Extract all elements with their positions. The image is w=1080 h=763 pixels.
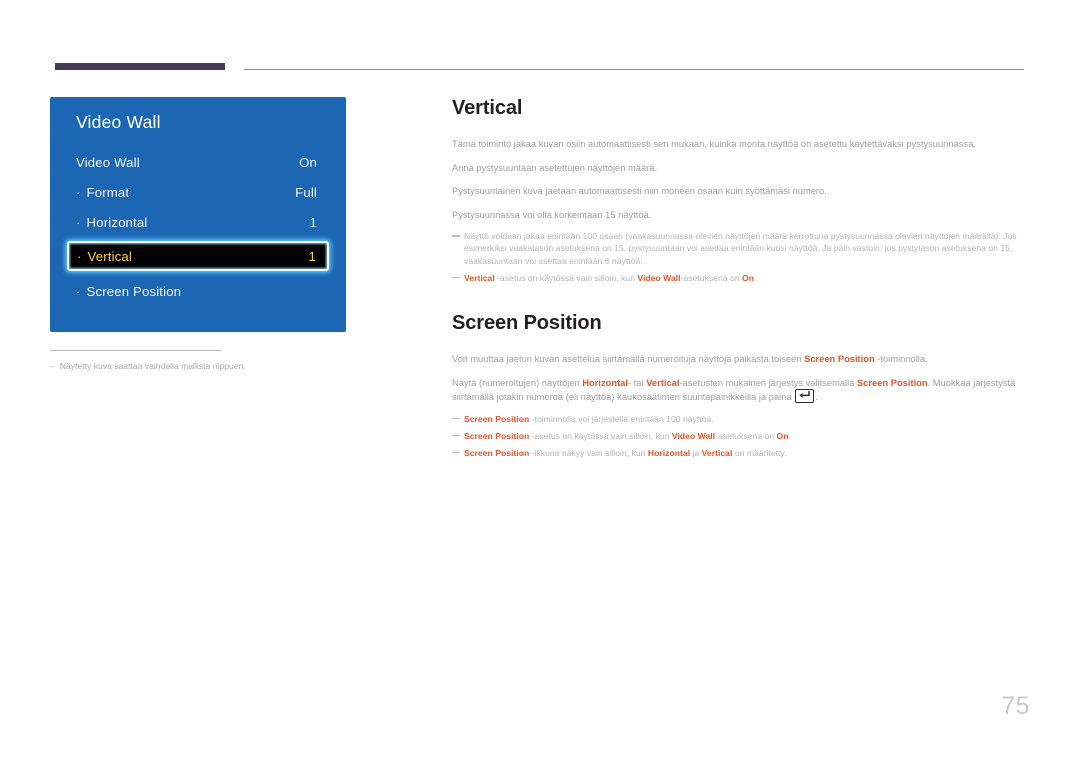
- osd-item-label: Horizontal: [76, 215, 148, 230]
- osd-item-value: 1: [308, 248, 316, 264]
- paragraph: Voit muuttaa jaetun kuvan asettelua siir…: [452, 335, 1026, 366]
- osd-menu-item-screen-position[interactable]: Screen Position: [67, 276, 329, 306]
- text-run: -asetuksena on: [715, 430, 777, 441]
- note-text: Screen Position -asetus on käytössä vain…: [464, 430, 1026, 442]
- paragraph: Pystysuunnassa voi olla korkeintaan 15 n…: [452, 209, 652, 220]
- figure-footnote-text: – Näytetty kuva saattaa vaihdella mallis…: [50, 361, 260, 373]
- accent-term: Screen Position: [464, 430, 530, 441]
- osd-video-wall-panel: Video Wall Video Wall On Format Full Horizon…: [50, 97, 346, 332]
- osd-item-label: Screen Position: [76, 284, 181, 299]
- footnote-label: Näytetty kuva saattaa vaihdella mallista…: [59, 361, 246, 371]
- note-item: Screen Position -toiminnolla voi järjest…: [452, 413, 1026, 425]
- section-title-vertical: Vertical: [452, 97, 523, 119]
- header-rule-thin: [244, 69, 1024, 70]
- paragraph: Näytä (numeroitujen) näyttöjen Horizonta…: [452, 366, 1026, 404]
- accent-term: Vertical: [646, 377, 680, 388]
- paragraph: Tämä toiminto jakaa kuvan osiin automaat…: [452, 139, 976, 149]
- note-dash-icon: [452, 272, 461, 278]
- figure-footnote-rule: [50, 350, 222, 351]
- text-run: .: [754, 272, 757, 283]
- text-run: on määritetty.: [732, 448, 787, 459]
- content-column: Vertical Tämä toiminto jakaa kuvan osiin…: [452, 97, 1026, 459]
- accent-term: Vertical: [701, 448, 733, 459]
- osd-item-label: Video Wall: [76, 154, 140, 170]
- manual-page: Video Wall Video Wall On Format Full Horizon…: [0, 0, 1080, 763]
- note-item: Screen Position -asetus on käytössä vain…: [452, 430, 1026, 442]
- paragraph: Pystysuuntainen kuva jaetaan automaattis…: [452, 186, 827, 197]
- note-dash-icon: [452, 447, 461, 453]
- text-run: Näytä (numeroitujen) näyttöjen: [452, 377, 583, 388]
- figure-footnote: – Näytetty kuva saattaa vaihdella mallis…: [50, 350, 260, 373]
- osd-menu-item-horizontal[interactable]: Horizontal 1: [67, 207, 329, 237]
- notes-screen-position: Screen Position -toiminnolla voi järjest…: [452, 413, 1026, 460]
- osd-item-label: Format: [76, 185, 130, 200]
- note-item: Screen Position -ikkuna näkyy vain sillo…: [452, 447, 1026, 459]
- header-rule-accent: [55, 63, 225, 70]
- accent-term: Screen Position: [804, 354, 875, 364]
- osd-title: Video Wall: [76, 112, 161, 132]
- accent-term: Screen Position: [464, 448, 530, 459]
- section-title-screen-position: Screen Position: [452, 312, 602, 334]
- text-run: -toiminnolla.: [874, 354, 928, 364]
- note-item: Näyttö voidaan jakaa enintään 100 osaan …: [452, 230, 1026, 267]
- text-run: .: [815, 392, 818, 403]
- accent-term: Horizontal: [647, 448, 691, 459]
- osd-item-value: Full: [295, 184, 317, 200]
- accent-term: Screen Position: [464, 413, 530, 424]
- accent-term: Horizontal: [582, 377, 628, 388]
- osd-menu-item-vertical[interactable]: Vertical 1: [67, 241, 329, 271]
- text-run: -asetus on käytössä vain silloin, kun: [529, 430, 672, 441]
- accent-term: On: [742, 272, 755, 283]
- paragraph: Anna pystysuuntaan asetettujen näyttöjen…: [452, 162, 658, 173]
- note-text: Screen Position -toiminnolla voi järjest…: [464, 413, 1026, 425]
- note-text: Näyttö voidaan jakaa enintään 100 osaan …: [464, 230, 1026, 267]
- accent-term: On: [776, 430, 789, 441]
- note-dash-icon: [452, 413, 461, 419]
- figure-column: Video Wall Video Wall On Format Full Horizon…: [50, 97, 350, 373]
- accent-term: Video Wall: [671, 430, 716, 441]
- accent-term: Video Wall: [637, 272, 681, 283]
- osd-menu-item-format[interactable]: Format Full: [67, 177, 329, 207]
- text-run: - tai: [627, 377, 647, 388]
- text-run: -asetus on käytössä vain silloin, kun: [494, 272, 638, 283]
- osd-item-label: Vertical: [77, 249, 132, 264]
- text-run: Voit muuttaa jaetun kuvan asettelua siir…: [452, 354, 805, 364]
- notes-vertical: Näyttö voidaan jakaa enintään 100 osaan …: [452, 230, 1026, 284]
- footnote-dash: –: [50, 361, 55, 371]
- page-number: 75: [1001, 692, 1030, 720]
- text-run: -ikkuna näkyy vain silloin, kun: [529, 448, 648, 459]
- osd-item-value: 1: [309, 214, 317, 230]
- text-run: -asetuksena on: [680, 272, 743, 283]
- osd-menu-item-video-wall[interactable]: Video Wall On: [67, 147, 329, 177]
- text-run: ja: [690, 448, 702, 459]
- accent-term: Screen Position: [857, 377, 928, 388]
- note-item: Vertical -asetus on käytössä vain silloi…: [452, 272, 1026, 284]
- enter-key-icon: [795, 389, 815, 404]
- osd-menu-list: Video WallOnFormatFullHorizontal1Vertica…: [50, 147, 346, 332]
- note-text: Screen Position -ikkuna näkyy vain sillo…: [464, 447, 1026, 459]
- text-run: .: [788, 430, 791, 441]
- text-run: Näyttö voidaan jakaa enintään 100 osaan …: [464, 231, 1017, 266]
- text-run: -asetusten mukainen järjestys valitsemal…: [679, 377, 858, 388]
- text-run: -toiminnolla voi järjestellä enintään 10…: [529, 413, 714, 424]
- note-dash-icon: [452, 430, 461, 436]
- accent-term: Vertical: [464, 272, 495, 283]
- note-dash-icon: [452, 230, 461, 236]
- osd-item-value: On: [299, 154, 317, 170]
- note-text: Vertical -asetus on käytössä vain silloi…: [464, 272, 1026, 284]
